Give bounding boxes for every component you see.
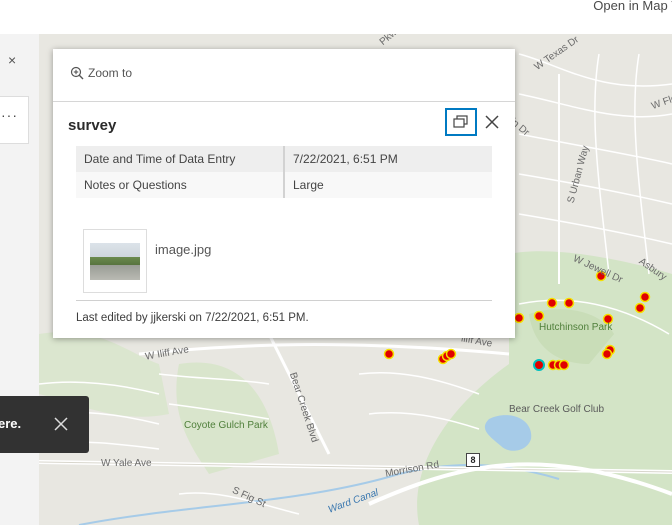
zoom-to-label: Zoom to [88,66,133,80]
park-label: Coyote Gulch Park [184,420,268,431]
field-name: Date and Time of Data Entry [76,146,285,172]
survey-point [445,348,457,360]
close-icon [54,417,68,431]
park-label: Hutchinson Park [539,322,613,333]
toast-message: ere. [0,416,22,431]
field-value: Large [284,172,492,198]
survey-point [639,291,651,303]
table-row: Notes or Questions Large [76,172,492,198]
place-label: Bear Creek Golf Club [509,404,605,415]
dock-button[interactable] [445,108,477,136]
image-preview [90,243,140,280]
last-edited-info: Last edited by jjkerski on 7/22/2021, 6:… [76,300,492,324]
popup-title: survey [68,117,117,134]
toast-notification: ere. [0,396,89,453]
close-panel-icon[interactable]: × [8,52,16,68]
feature-popup: Zoom to survey Date and Time of Data Ent… [53,49,515,338]
close-icon [485,115,499,129]
zoom-to-button[interactable]: Zoom to [70,66,132,80]
survey-point [533,310,545,322]
route-shield: 8 [466,453,480,467]
field-name: Notes or Questions [76,172,285,198]
survey-point [558,359,570,371]
street-label: W Yale Ave [101,458,152,469]
survey-point [546,297,558,309]
zoom-in-icon [70,66,84,80]
survey-point [383,348,395,360]
survey-point [513,312,525,324]
attachment-thumbnail[interactable] [83,229,147,293]
toast-close-button[interactable] [54,417,68,431]
dock-icon [453,115,468,128]
popup-action-bar: Zoom to [53,49,515,102]
table-row: Date and Time of Data Entry 7/22/2021, 6… [76,146,492,172]
survey-point [601,348,613,360]
attribute-table: Date and Time of Data Entry 7/22/2021, 6… [76,146,492,198]
survey-point [634,302,646,314]
more-options-icon[interactable]: ··· [1,107,18,123]
layer-card[interactable]: ··· [0,96,29,144]
open-in-map-viewer-link[interactable]: Open in Map V [593,0,672,13]
close-popup-button[interactable] [483,113,501,131]
attachment-name-link[interactable]: image.jpg [155,242,211,257]
selected-survey-point [533,359,545,371]
survey-point [563,297,575,309]
top-bar: Open in Map V [0,0,672,34]
field-value: 7/22/2021, 6:51 PM [284,146,492,172]
